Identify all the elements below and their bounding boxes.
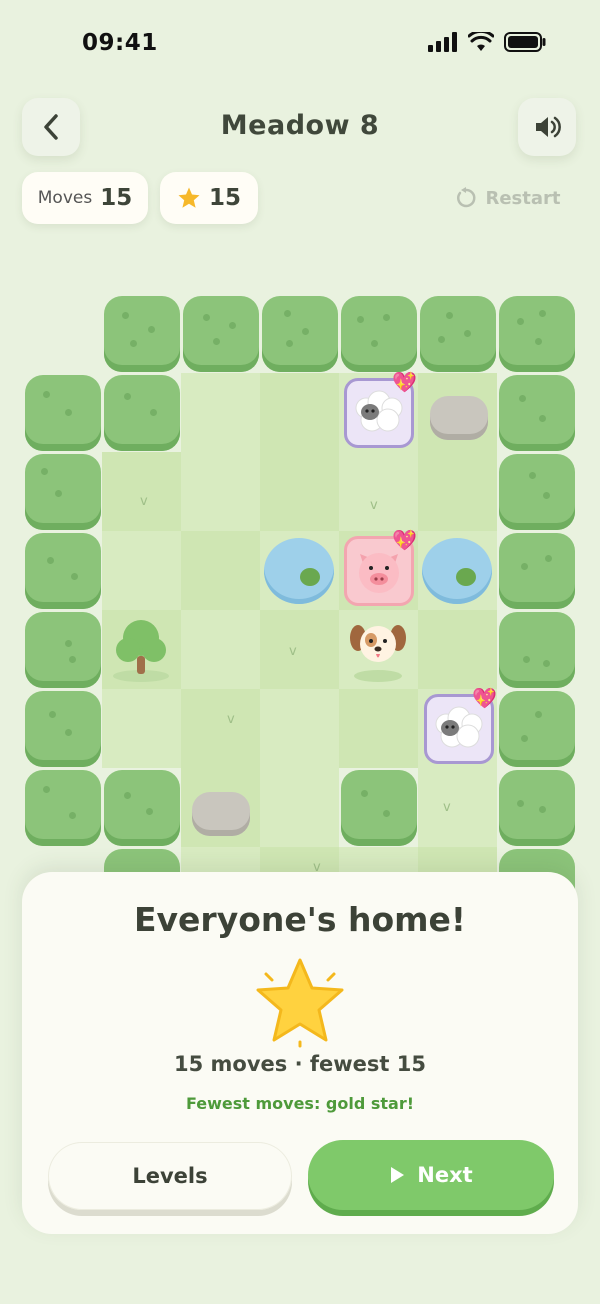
grass-tile[interactable] [418,610,497,689]
gold-star-icon [256,958,344,1048]
grass-tuft: v [140,494,148,509]
result-stats: 15 moves · fewest 15 [174,1052,426,1076]
hedge [499,612,575,688]
grass-tuft: v [370,498,378,513]
hedge [499,533,575,609]
level-complete-card: Everyone's home! 15 moves · fewest 15 Fe… [22,872,578,1234]
pond [422,538,492,604]
hedge [25,454,101,530]
tree-icon [113,620,169,682]
grass-tile[interactable] [102,531,181,610]
grass-tuft: v [227,712,235,727]
hedge [25,770,101,846]
grass-tile[interactable] [260,373,339,452]
hedge [262,296,338,372]
hedge [499,296,575,372]
grass-tile[interactable] [102,452,181,531]
hedge [420,296,496,372]
grass-tile[interactable] [181,689,260,768]
grass-tile[interactable] [181,373,260,452]
sheep-icon [435,706,483,748]
pig-icon [359,553,399,593]
sparkle-heart-icon: 💖 [472,686,497,710]
levels-button-label: Levels [132,1164,208,1188]
hedge [499,454,575,530]
hedge [499,691,575,767]
grass-tuft: v [289,644,297,659]
play-icon [391,1167,405,1183]
hedge [499,375,575,451]
grass-tile[interactable] [260,452,339,531]
sparkle-heart-icon: 💖 [392,370,417,394]
grass-tile[interactable] [260,610,339,689]
lily-pad [300,568,320,586]
sparkle-heart-icon: 💖 [392,528,417,552]
grass-tile[interactable] [260,768,339,847]
pond [264,538,334,604]
grass-tile[interactable] [181,452,260,531]
hedge [104,375,180,451]
puppy-piece[interactable] [346,618,410,682]
rock [192,792,250,836]
grass-tile[interactable] [418,452,497,531]
hedge [104,296,180,372]
lily-pad [456,568,476,586]
grass-tile[interactable] [339,689,418,768]
levels-button[interactable]: Levels [48,1142,292,1210]
hedge [183,296,259,372]
next-button[interactable]: Next [308,1140,554,1210]
hedge [499,770,575,846]
hedge [341,770,417,846]
grass-tile[interactable] [181,610,260,689]
hedge [341,296,417,372]
grass-tile[interactable] [418,768,497,847]
puppy-icon [350,625,406,682]
grass-tile[interactable] [260,689,339,768]
grass-tile[interactable] [102,689,181,768]
rock [430,396,488,440]
grass-tile[interactable] [339,452,418,531]
grass-tile[interactable] [181,531,260,610]
sheep-icon [355,390,403,432]
hedge [25,375,101,451]
gold-star-note: Fewest moves: gold star! [185,1094,415,1113]
next-button-label: Next [417,1163,473,1187]
hedge [104,770,180,846]
hedge [25,691,101,767]
hedge [25,612,101,688]
hedge [25,533,101,609]
complete-heading: Everyone's home! [134,900,466,939]
game-board: v v v v v v 💖 💖 💖 [0,0,600,926]
grass-tuft: v [443,800,451,815]
